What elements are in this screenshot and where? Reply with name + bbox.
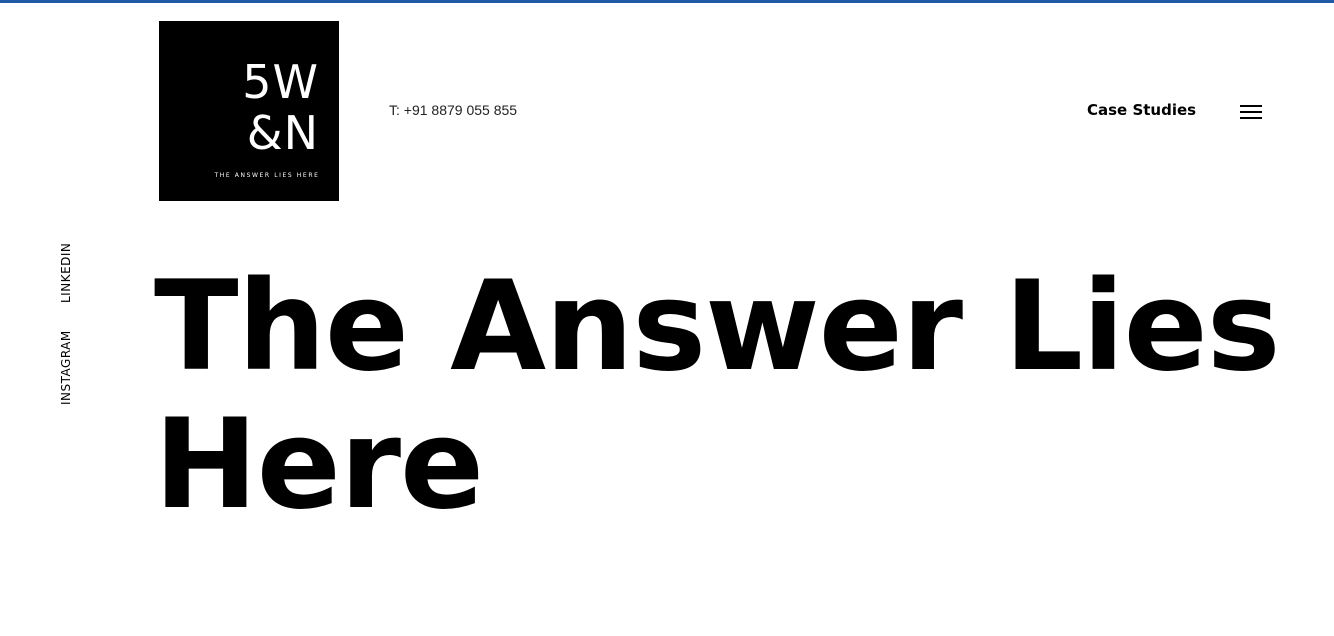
phone-link[interactable]: T: +91 8879 055 855 [389, 102, 517, 118]
top-accent-bar [0, 0, 1334, 3]
menu-line [1240, 111, 1262, 113]
case-studies-link[interactable]: Case Studies [1087, 101, 1196, 119]
logo[interactable]: 5W &N THE ANSWER LIES HERE [159, 21, 339, 201]
logo-line2: &N [246, 106, 319, 160]
hamburger-menu-icon[interactable] [1240, 104, 1262, 120]
linkedin-link[interactable]: LINKEDIN [59, 243, 73, 303]
hero-heading: The Answer Lies Here [154, 258, 1314, 534]
logo-tagline: THE ANSWER LIES HERE [214, 172, 320, 179]
menu-line [1240, 117, 1262, 119]
hero-line2: Here [154, 393, 484, 537]
logo-line1: 5W [242, 55, 319, 109]
instagram-link[interactable]: INSTAGRAM [59, 330, 73, 405]
hero-line1: The Answer Lies [154, 255, 1281, 399]
menu-line [1240, 105, 1262, 107]
